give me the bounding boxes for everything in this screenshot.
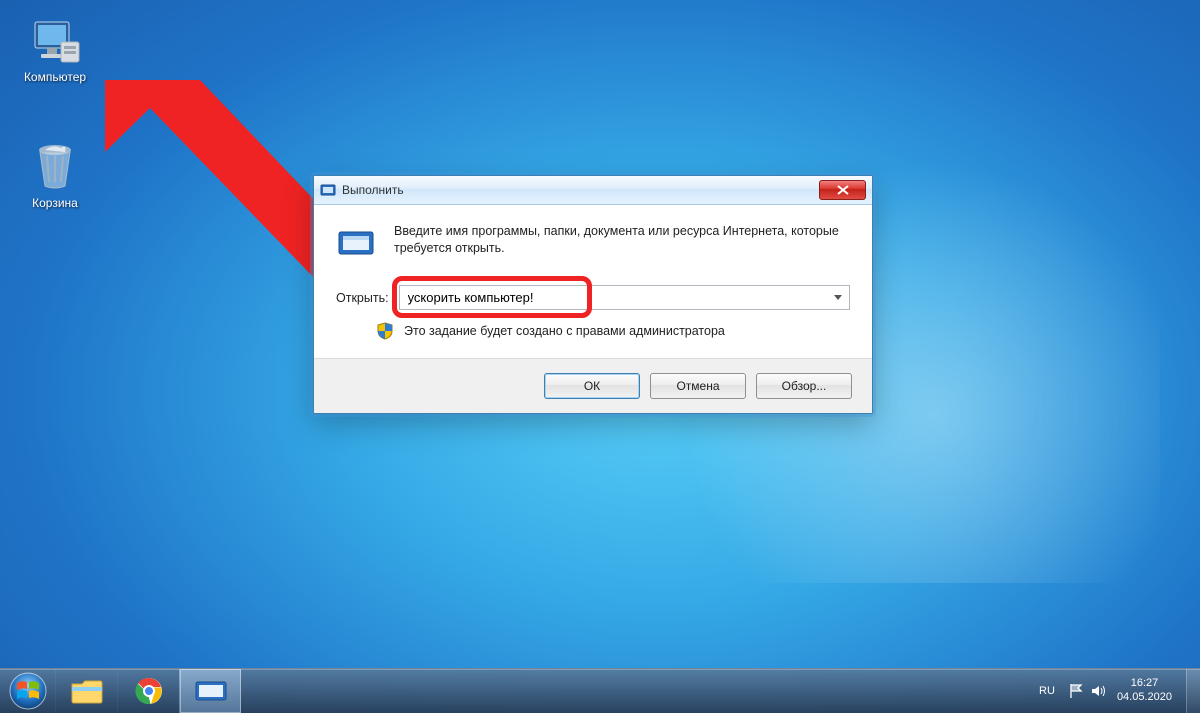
dialog-button-row: ОК Отмена Обзор... bbox=[314, 358, 872, 413]
start-button[interactable] bbox=[0, 669, 55, 713]
close-button[interactable] bbox=[819, 180, 866, 200]
open-label: Открыть: bbox=[336, 291, 389, 305]
taskbar-explorer[interactable] bbox=[55, 669, 117, 713]
dropdown-button[interactable] bbox=[827, 286, 849, 309]
dialog-title: Выполнить bbox=[342, 183, 819, 197]
computer-icon bbox=[29, 18, 81, 66]
show-desktop-button[interactable] bbox=[1186, 669, 1200, 713]
close-icon bbox=[837, 185, 849, 195]
clock-time: 16:27 bbox=[1117, 677, 1172, 691]
open-combobox[interactable] bbox=[399, 285, 850, 310]
chevron-down-icon bbox=[834, 295, 842, 300]
taskbar-clock[interactable]: 16:27 04.05.2020 bbox=[1109, 677, 1186, 705]
admin-note: Это задание будет создано с правами адми… bbox=[404, 324, 725, 338]
flag-icon bbox=[1068, 683, 1084, 699]
chrome-icon bbox=[134, 676, 164, 706]
desktop-icon-label: Компьютер bbox=[15, 70, 95, 84]
uac-shield-icon bbox=[376, 322, 394, 340]
run-dialog: Выполнить Введите имя программы, папки, … bbox=[313, 175, 873, 414]
titlebar[interactable]: Выполнить bbox=[314, 176, 872, 205]
desktop-icon-recycle-bin[interactable]: Корзина bbox=[15, 140, 95, 210]
cancel-button[interactable]: Отмена bbox=[650, 373, 746, 399]
tray-action-center-icon[interactable] bbox=[1065, 683, 1087, 699]
browse-button[interactable]: Обзор... bbox=[756, 373, 852, 399]
recycle-bin-icon bbox=[31, 140, 79, 192]
desktop-icon-computer[interactable]: Компьютер bbox=[15, 18, 95, 84]
taskbar-chrome[interactable] bbox=[117, 669, 179, 713]
open-input[interactable] bbox=[400, 286, 827, 309]
run-icon bbox=[336, 223, 376, 263]
desktop[interactable]: Компьютер Корзина Выполнить bbox=[0, 0, 1200, 713]
language-indicator[interactable]: RU bbox=[1029, 685, 1065, 697]
tray-volume-icon[interactable] bbox=[1087, 683, 1109, 699]
system-tray: RU 16:27 04.05.2020 bbox=[1029, 669, 1200, 713]
taskbar-run[interactable] bbox=[179, 669, 241, 713]
file-explorer-icon bbox=[70, 677, 104, 705]
speaker-icon bbox=[1090, 683, 1106, 699]
run-taskbar-icon bbox=[194, 678, 228, 704]
windows-start-icon bbox=[8, 671, 48, 711]
dialog-description: Введите имя программы, папки, документа … bbox=[394, 223, 850, 263]
desktop-icon-label: Корзина bbox=[15, 196, 95, 210]
run-sysicon bbox=[320, 182, 336, 198]
clock-date: 04.05.2020 bbox=[1117, 691, 1172, 705]
taskbar: RU 16:27 04.05.2020 bbox=[0, 668, 1200, 713]
ok-button[interactable]: ОК bbox=[544, 373, 640, 399]
